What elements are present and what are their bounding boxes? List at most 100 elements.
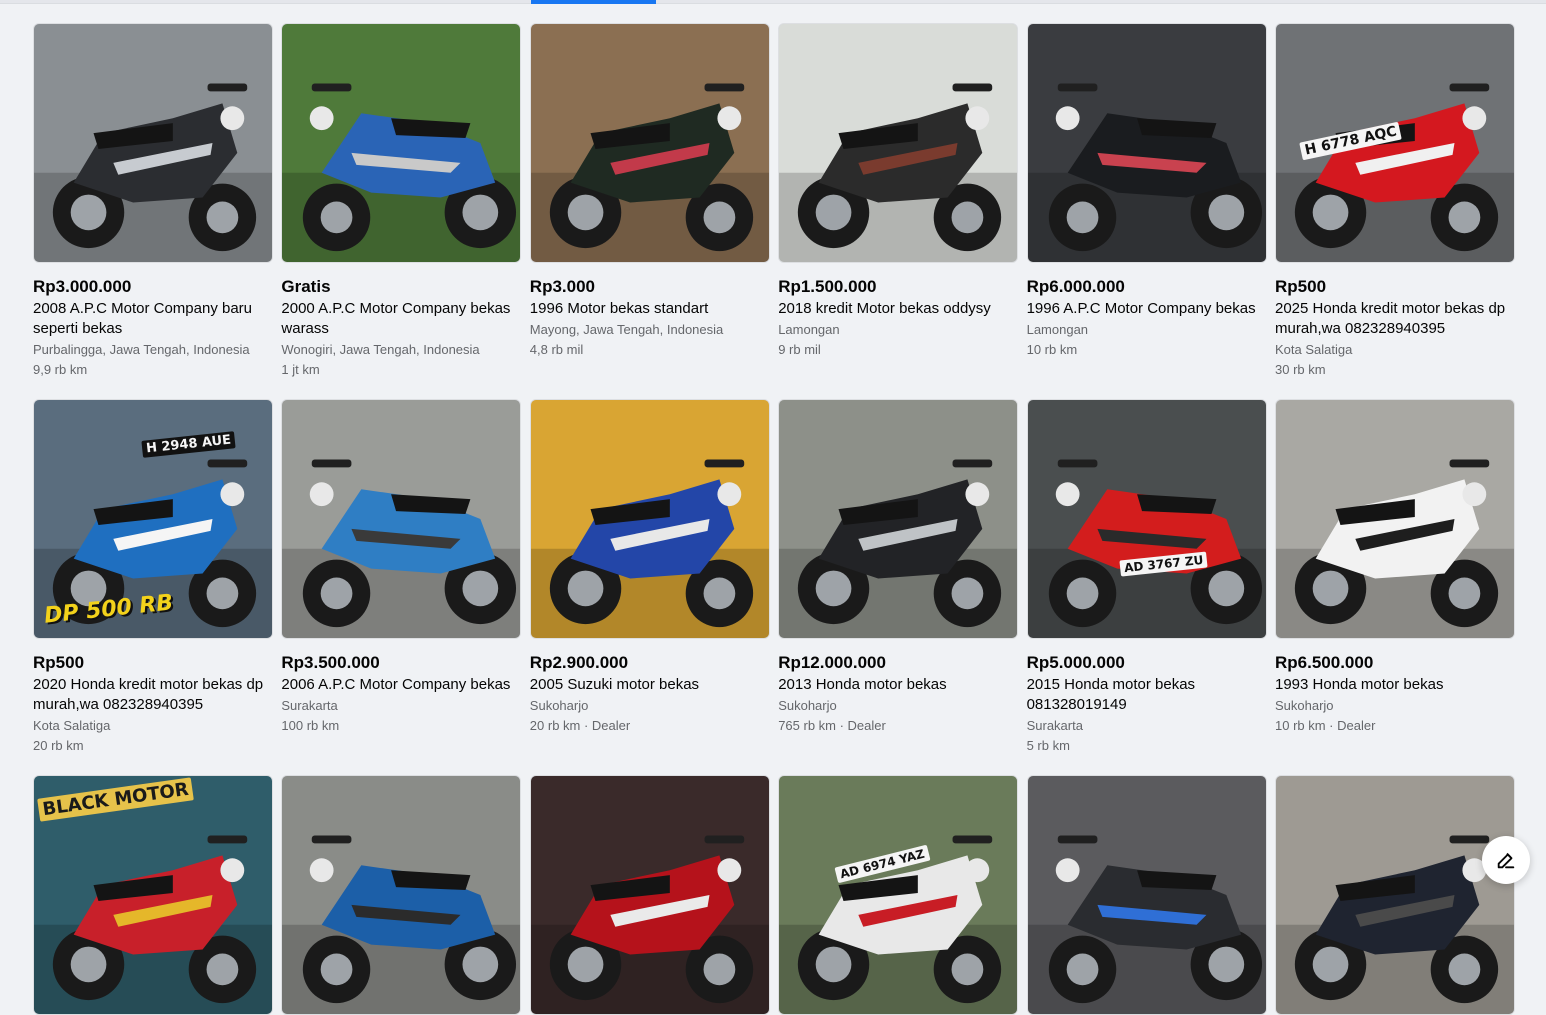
listing-thumbnail[interactable]: H 2948 AUE DP 500 RB [33,399,273,639]
listing-title: 2025 Honda kredit motor bekas dp murah,w… [1275,300,1506,337]
listing-location: Wonogiri, Jawa Tengah, Indonesia [281,342,480,357]
listing-photo [282,24,521,262]
listing-thumbnail[interactable] [529,23,770,263]
listing-location: Sukoharjo [1275,698,1334,713]
listing-title: 1996 Motor bekas standart [529,300,709,317]
listing-thumbnail[interactable] [1026,775,1267,1015]
listing-card[interactable]: AD 6974 YAZ [778,775,1019,1015]
listing-thumbnail[interactable] [33,23,273,263]
listing-location: Kota Salatiga [33,718,111,733]
listing-price: Rp500 [33,653,85,672]
listing-price: Rp5.000.000 [1026,653,1125,672]
listing-card[interactable] [1275,775,1515,1015]
listing-thumbnail[interactable] [281,399,522,639]
listing-location: Kota Salatiga [1275,342,1353,357]
listing-mileage: 765 rb km · Dealer [778,718,886,733]
listing-thumbnail[interactable] [281,775,522,1015]
listing-title: 2005 Suzuki motor bekas [529,676,700,693]
listing-card[interactable]: Rp3.500.000 2006 A.P.C Motor Company beka… [281,399,522,736]
listing-thumbnail[interactable] [529,775,770,1015]
listing-price: Rp6.500.000 [1275,653,1374,672]
listing-mileage: 5 rb km [1026,738,1070,753]
listing-card[interactable]: Rp3.000 1996 Motor bekas standart Mayong, … [529,23,770,360]
listing-card[interactable]: Rp6.500.000 1993 Honda motor bekas Sukohar… [1275,399,1515,736]
listing-card[interactable]: BLACK MOTOR [33,775,273,1015]
listing-card[interactable] [281,775,522,1015]
listing-thumbnail[interactable] [281,23,522,263]
listing-card[interactable] [529,775,770,1015]
listing-title: 2006 A.P.C Motor Company bekas [281,676,511,693]
listing-title: 2008 A.P.C Motor Company baru seperti be… [33,300,253,337]
listing-mileage: 30 rb km [1275,362,1326,377]
listing-location: Lamongan [778,322,840,337]
listing-price: Rp12.000.000 [778,653,886,672]
listing-thumbnail[interactable] [778,23,1019,263]
listing-price: Rp6.000.000 [1026,277,1125,296]
listing-location: Mayong, Jawa Tengah, Indonesia [529,322,724,337]
listing-card[interactable]: H 2948 AUE DP 500 RB Rp500 2020 Honda kredi… [33,399,273,756]
listing-mileage: 100 rb km [281,718,340,733]
listing-card[interactable]: Rp2.900.000 2005 Suzuki motor bekas Sukoha… [529,399,770,736]
listing-card[interactable]: Gratis 2000 A.P.C Motor Company bekas war… [281,23,522,380]
listing-mileage: 20 rb km · Dealer [529,718,631,733]
listing-thumbnail[interactable] [1275,399,1515,639]
listing-card[interactable]: Rp1.500.000 2018 kredit Motor bekas oddys… [778,23,1019,360]
listing-photo [779,400,1018,638]
listing-price: Rp3.000 [529,277,595,296]
listing-thumbnail[interactable] [778,399,1019,639]
listing-thumbnail[interactable] [1026,23,1267,263]
listing-price: Rp1.500.000 [778,277,877,296]
listing-thumbnail[interactable]: AD 3767 ZU [1026,399,1267,639]
listing-photo [530,400,769,638]
listing-photo [34,24,272,262]
listing-card[interactable]: AD 3767 ZU Rp5.000.000 2015 Honda motor be… [1026,399,1267,756]
listing-photo [779,24,1018,262]
listing-mileage: 9 rb mil [778,342,821,357]
listing-price: Rp2.900.000 [529,653,629,672]
listing-location: Purbalingga, Jawa Tengah, Indonesia [33,342,250,357]
listing-title: 1996 A.P.C Motor Company bekas [1026,300,1256,317]
listing-card[interactable]: H 6778 AQC Rp500 2025 Honda kredit motor b… [1275,23,1515,380]
listing-mileage: 10 rb km [1026,342,1078,357]
listing-title: 2020 Honda kredit motor bekas dp murah,w… [33,676,264,713]
active-tab-indicator [531,0,656,4]
listing-title: 2000 A.P.C Motor Company bekas warass [281,300,511,337]
listing-photo [1027,776,1266,1014]
listing-photo [282,400,521,638]
listing-mileage: 20 rb km [33,738,84,753]
listing-mileage: 4,8 rb mil [529,342,584,357]
listing-price: Rp3.500.000 [281,653,380,672]
listing-card[interactable]: Rp12.000.000 2013 Honda motor bekas Sukoha… [778,399,1019,736]
listing-photo [1027,400,1266,638]
compose-icon [1497,852,1515,869]
listing-photo [779,776,1018,1014]
listing-photo [1276,776,1514,1014]
listing-thumbnail[interactable] [1275,775,1515,1015]
listing-location: Sukoharjo [778,698,837,713]
listing-location: Surakarta [281,698,338,713]
listing-photo [530,776,769,1014]
listing-thumbnail[interactable]: AD 6974 YAZ [778,775,1019,1015]
listing-title: 2013 Honda motor bekas [778,676,947,693]
listing-thumbnail[interactable] [529,399,770,639]
listing-title: 1993 Honda motor bekas [1275,676,1444,693]
listing-card[interactable]: Rp6.000.000 1996 A.P.C Motor Company beka… [1026,23,1267,360]
listing-photo [530,24,769,262]
listing-mileage: 9,9 rb km [33,362,88,377]
listing-price: Rp500 [1275,277,1327,296]
listing-location: Lamongan [1026,322,1089,337]
listings-grid: Rp3.000.000 2008 A.P.C Motor Company baru… [33,23,1523,1015]
listing-thumbnail[interactable]: H 6778 AQC [1275,23,1515,263]
listing-card[interactable] [1026,775,1267,1015]
listing-mileage: 1 jt km [281,362,320,377]
listing-price: Gratis [281,277,331,296]
listing-location: Sukoharjo [529,698,589,713]
listing-title: 2018 kredit Motor bekas oddysy [778,300,991,317]
listing-photo [1027,24,1266,262]
compose-button[interactable] [1482,836,1530,884]
listing-thumbnail[interactable]: BLACK MOTOR [33,775,273,1015]
listing-card[interactable]: Rp3.000.000 2008 A.P.C Motor Company baru… [33,23,273,380]
listing-location: Surakarta [1026,718,1083,733]
listing-price: Rp3.000.000 [33,277,132,296]
listing-photo [282,776,521,1014]
